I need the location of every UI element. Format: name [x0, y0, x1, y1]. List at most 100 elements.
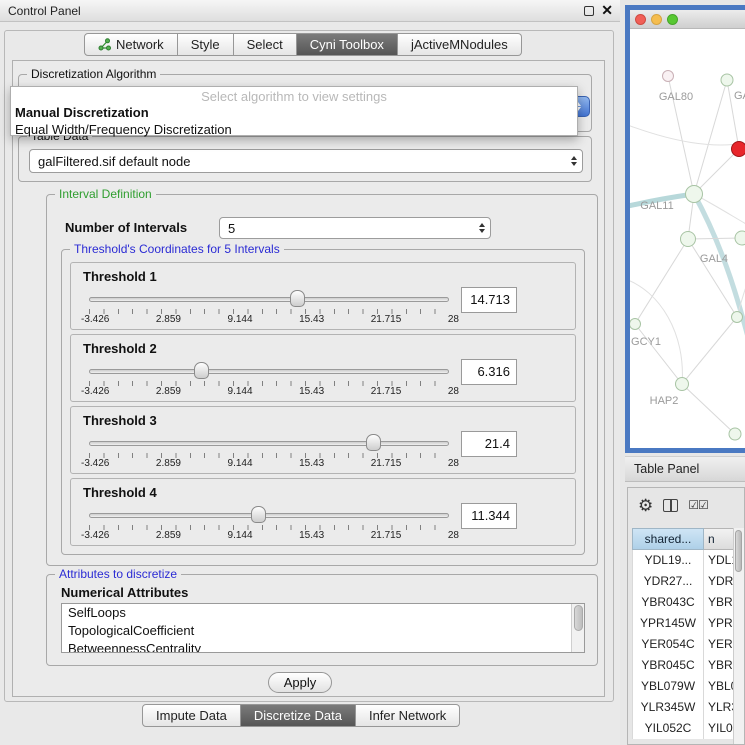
table-row[interactable]: YDL19... YDL1 [632, 550, 745, 571]
mac-close-icon[interactable] [635, 14, 646, 25]
table-row[interactable]: YBR045C YBR0 [632, 655, 745, 676]
list-scrollbar[interactable] [571, 604, 584, 652]
tab-style-label: Style [191, 37, 220, 52]
slider-thumb[interactable] [290, 290, 305, 307]
table-row[interactable]: YDR27... YDR2 [632, 571, 745, 592]
threshold-3-slider[interactable] [89, 434, 449, 452]
tab-style[interactable]: Style [178, 33, 234, 56]
tick-label: 2.859 [156, 458, 181, 469]
tab-discretize-data[interactable]: Discretize Data [241, 704, 356, 727]
threshold-2-slider[interactable] [89, 362, 449, 380]
table-cell[interactable]: YDR27... [632, 571, 704, 592]
select-all-icon[interactable]: ☑☑ [688, 499, 708, 511]
table-panel-title: Table Panel [634, 462, 699, 476]
network-canvas[interactable]: GAL80 GA GAL11 GAL4 GCY1 HAP2 [630, 29, 745, 447]
list-item-topologicalcoefficient[interactable]: TopologicalCoefficient [62, 622, 584, 640]
node-label-gal11: GAL11 [640, 200, 673, 212]
combo-stepper-icon [479, 223, 485, 233]
slider-thumb[interactable] [366, 434, 381, 451]
network-node[interactable] [732, 312, 743, 323]
gear-icon[interactable]: ⚙ [638, 497, 653, 514]
table-cell[interactable]: YBR045C [632, 655, 704, 676]
slider-track[interactable] [89, 513, 449, 518]
table-row[interactable]: YIL052C YIL0 [632, 718, 745, 739]
threshold-4-box: Threshold 4 -3.426 2.859 9.144 15.43 21.… [70, 478, 576, 546]
tab-infer-network[interactable]: Infer Network [356, 704, 460, 727]
threshold-1-slider[interactable] [89, 290, 449, 308]
tick-label: 9.144 [228, 530, 253, 541]
tick-label: -3.426 [81, 530, 109, 541]
mac-minimize-icon[interactable] [651, 14, 662, 25]
table-scrollbar-thumb[interactable] [735, 530, 742, 572]
table-data-combo[interactable]: galFiltered.sif default node [29, 149, 583, 173]
attributes-group-label: Attributes to discretize [55, 567, 181, 581]
table-row[interactable]: YBR043C YBR0 [632, 592, 745, 613]
network-node[interactable] [681, 232, 696, 247]
network-node[interactable] [676, 378, 689, 391]
threshold-4-label: Threshold 4 [83, 485, 157, 500]
columns-icon[interactable] [663, 499, 678, 512]
close-icon[interactable]: ✕ [601, 2, 613, 19]
slider-track[interactable] [89, 369, 449, 374]
network-window-titlebar [630, 10, 745, 29]
node-label-gal4: GAL4 [700, 253, 728, 265]
control-panel: Control Panel ✕ Network Style Select [0, 0, 620, 745]
slider-track[interactable] [89, 441, 449, 446]
list-scrollbar-thumb[interactable] [574, 605, 583, 631]
table-row[interactable]: YPR145W YPR1 [632, 613, 745, 634]
dropdown-option-equal-width-frequency[interactable]: Equal Width/Frequency Discretization [11, 121, 577, 138]
attributes-group: Attributes to discretize Numerical Attri… [46, 574, 598, 666]
table-cell[interactable]: YPR145W [632, 613, 704, 634]
slider-thumb[interactable] [251, 506, 266, 523]
network-node[interactable] [663, 71, 674, 82]
threshold-4-value-field[interactable]: 11.344 [461, 503, 517, 529]
tab-network[interactable]: Network [84, 33, 178, 56]
threshold-4-slider[interactable] [89, 506, 449, 524]
network-node[interactable] [686, 186, 703, 203]
tab-impute-data[interactable]: Impute Data [142, 704, 241, 727]
network-node-selected[interactable] [732, 142, 745, 157]
list-item-selfloops[interactable]: SelfLoops [62, 604, 584, 622]
dropdown-option-manual-discretization[interactable]: Manual Discretization [11, 104, 577, 121]
table-cell[interactable]: YBL079W [632, 676, 704, 697]
network-node[interactable] [630, 319, 641, 330]
interval-definition-group-label: Interval Definition [55, 187, 156, 201]
column-header-shared-name[interactable]: shared... [632, 528, 704, 550]
tick-label: -3.426 [81, 458, 109, 469]
tab-discretize-data-label: Discretize Data [254, 708, 342, 723]
network-node[interactable] [721, 74, 733, 86]
tab-jactivemnodules[interactable]: jActiveMNodules [398, 33, 522, 56]
table-panel-toolbar: ⚙ ☑☑ [628, 488, 744, 522]
tab-cyni-toolbox[interactable]: Cyni Toolbox [297, 33, 398, 56]
table-cell[interactable]: YER054C [632, 634, 704, 655]
bottom-tab-bar: Impute Data Discretize Data Infer Networ… [142, 704, 460, 727]
number-of-intervals-combo[interactable]: 5 [219, 217, 491, 239]
mac-zoom-icon[interactable] [667, 14, 678, 25]
float-window-icon[interactable] [584, 6, 594, 16]
tick-label: -3.426 [81, 386, 109, 397]
table-data-group: Table Data galFiltered.sif default node [18, 136, 592, 182]
dropdown-placeholder-option[interactable]: Select algorithm to view settings [11, 87, 577, 104]
table-row[interactable]: YBL079W YBL0 [632, 676, 745, 697]
table-row[interactable]: YLR345W YLR3 [632, 697, 745, 718]
slider-track[interactable] [89, 297, 449, 302]
tick-label: 2.859 [156, 314, 181, 325]
apply-button[interactable]: Apply [268, 672, 332, 693]
table-cell[interactable]: YLR345W [632, 697, 704, 718]
table-cell[interactable]: YBR043C [632, 592, 704, 613]
network-graph[interactable]: GAL80 GA GAL11 GAL4 GCY1 HAP2 [630, 29, 745, 447]
network-node[interactable] [729, 428, 741, 440]
table-row[interactable]: YER054C YER0 [632, 634, 745, 655]
list-item-betweennesscentrality[interactable]: BetweennessCentrality [62, 640, 584, 653]
tab-select[interactable]: Select [234, 33, 297, 56]
threshold-2-value-field[interactable]: 6.316 [461, 359, 517, 385]
table-scrollbar[interactable] [733, 528, 744, 745]
network-node[interactable] [735, 231, 745, 245]
tick-label: 28 [448, 386, 459, 397]
threshold-3-value-field[interactable]: 21.4 [461, 431, 517, 457]
table-cell[interactable]: YDL19... [632, 550, 704, 571]
slider-thumb[interactable] [194, 362, 209, 379]
threshold-1-value-field[interactable]: 14.713 [461, 287, 517, 313]
table-cell[interactable]: YIL052C [632, 718, 704, 739]
tick-label: 15.43 [299, 386, 324, 397]
